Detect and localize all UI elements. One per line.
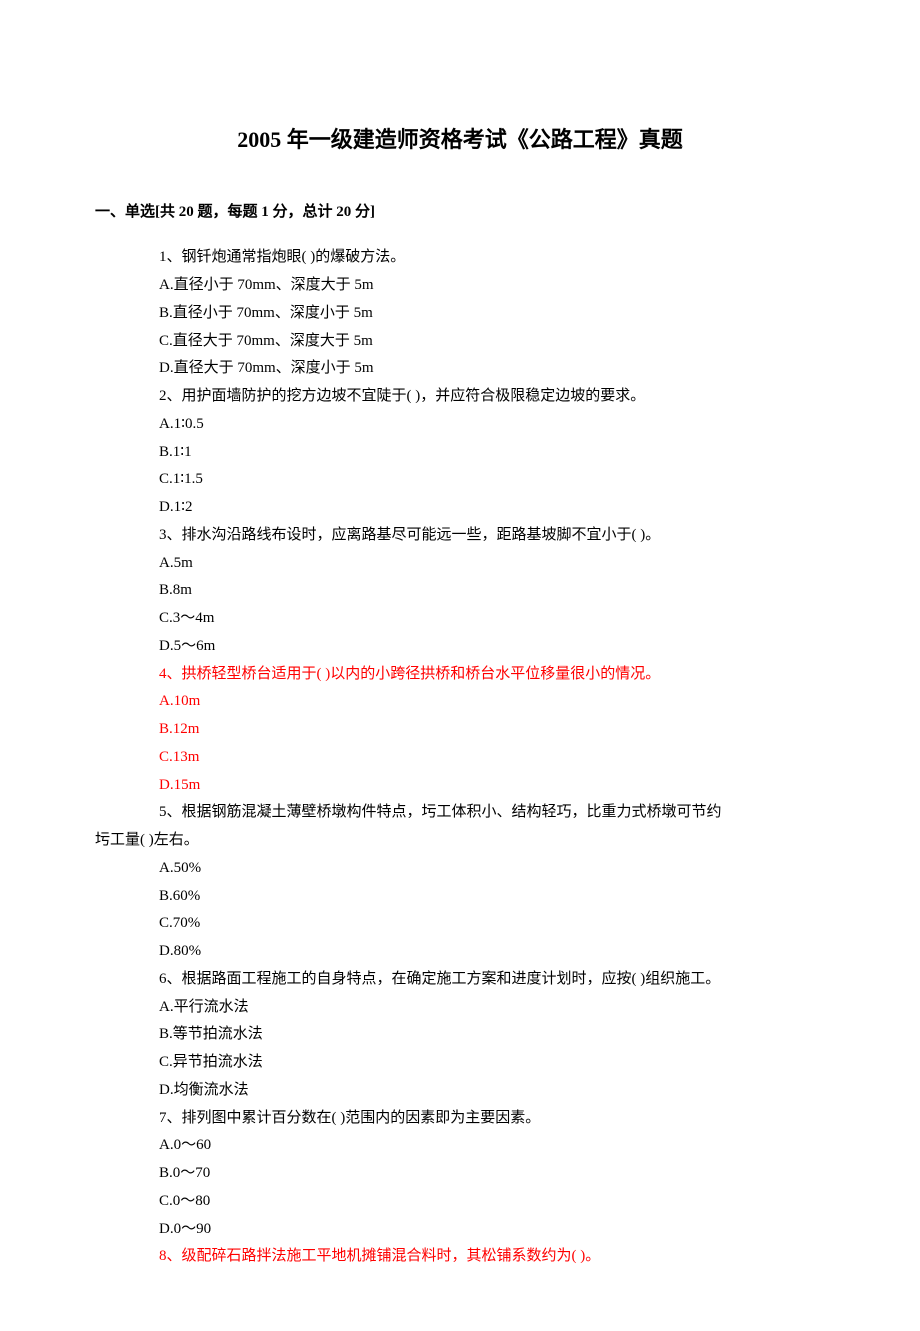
question-stem: 5、根据钢筋混凝土薄壁桥墩构件特点，圬工体积小、结构轻巧，比重力式桥墩可节约 bbox=[95, 799, 825, 827]
question-stem: 7、排列图中累计百分数在( )范围内的因素即为主要因素。 bbox=[95, 1105, 825, 1133]
option-b: B.8m bbox=[95, 577, 825, 605]
question-stem: 8、级配碎石路拌法施工平地机摊铺混合料时，其松铺系数约为( )。 bbox=[95, 1243, 825, 1271]
option-a: A.50% bbox=[95, 855, 825, 883]
question-stem: 6、根据路面工程施工的自身特点，在确定施工方案和进度计划时，应按( )组织施工。 bbox=[95, 966, 825, 994]
question-stem: 4、拱桥轻型桥台适用于( )以内的小跨径拱桥和桥台水平位移量很小的情况。 bbox=[95, 661, 825, 689]
question-3: 3、排水沟沿路线布设时，应离路基尽可能远一些，距路基坡脚不宜小于( )。 A.5… bbox=[95, 522, 825, 661]
question-stem: 2、用护面墙防护的挖方边坡不宜陡于( )，并应符合极限稳定边坡的要求。 bbox=[95, 383, 825, 411]
question-8: 8、级配碎石路拌法施工平地机摊铺混合料时，其松铺系数约为( )。 bbox=[95, 1243, 825, 1271]
option-a: A.5m bbox=[95, 550, 825, 578]
question-5: 5、根据钢筋混凝土薄壁桥墩构件特点，圬工体积小、结构轻巧，比重力式桥墩可节约 圬… bbox=[95, 799, 825, 966]
question-4: 4、拱桥轻型桥台适用于( )以内的小跨径拱桥和桥台水平位移量很小的情况。 A.1… bbox=[95, 661, 825, 800]
option-b: B.等节拍流水法 bbox=[95, 1021, 825, 1049]
option-b: B.直径小于 70mm、深度小于 5m bbox=[95, 300, 825, 328]
question-6: 6、根据路面工程施工的自身特点，在确定施工方案和进度计划时，应按( )组织施工。… bbox=[95, 966, 825, 1105]
option-b: B.60% bbox=[95, 883, 825, 911]
option-a: A.直径小于 70mm、深度大于 5m bbox=[95, 272, 825, 300]
option-c: C.3～4m bbox=[95, 605, 825, 633]
question-stem: 1、钢钎炮通常指炮眼( )的爆破方法。 bbox=[95, 244, 825, 272]
option-a: A.10m bbox=[95, 688, 825, 716]
option-d: D.直径大于 70mm、深度小于 5m bbox=[95, 355, 825, 383]
option-c: C.0～80 bbox=[95, 1188, 825, 1216]
option-c: C.70% bbox=[95, 910, 825, 938]
document-page: 2005 年一级建造师资格考试《公路工程》真题 一、单选[共 20 题，每题 1… bbox=[0, 0, 920, 1331]
option-d: D.1∶2 bbox=[95, 494, 825, 522]
option-b: B.1∶1 bbox=[95, 439, 825, 467]
question-stem-cont: 圬工量( )左右。 bbox=[95, 827, 825, 855]
option-d: D.80% bbox=[95, 938, 825, 966]
option-c: C.1∶1.5 bbox=[95, 466, 825, 494]
option-a: A.平行流水法 bbox=[95, 994, 825, 1022]
option-c: C.13m bbox=[95, 744, 825, 772]
option-d: D.5～6m bbox=[95, 633, 825, 661]
section-header: 一、单选[共 20 题，每题 1 分，总计 20 分] bbox=[95, 199, 825, 227]
document-title: 2005 年一级建造师资格考试《公路工程》真题 bbox=[95, 120, 825, 161]
option-a: A.1∶0.5 bbox=[95, 411, 825, 439]
question-2: 2、用护面墙防护的挖方边坡不宜陡于( )，并应符合极限稳定边坡的要求。 A.1∶… bbox=[95, 383, 825, 522]
question-1: 1、钢钎炮通常指炮眼( )的爆破方法。 A.直径小于 70mm、深度大于 5m … bbox=[95, 244, 825, 383]
question-7: 7、排列图中累计百分数在( )范围内的因素即为主要因素。 A.0～60 B.0～… bbox=[95, 1105, 825, 1244]
option-b: B.0～70 bbox=[95, 1160, 825, 1188]
option-b: B.12m bbox=[95, 716, 825, 744]
option-a: A.0～60 bbox=[95, 1132, 825, 1160]
option-c: C.直径大于 70mm、深度大于 5m bbox=[95, 328, 825, 356]
option-c: C.异节拍流水法 bbox=[95, 1049, 825, 1077]
question-stem: 3、排水沟沿路线布设时，应离路基尽可能远一些，距路基坡脚不宜小于( )。 bbox=[95, 522, 825, 550]
option-d: D.均衡流水法 bbox=[95, 1077, 825, 1105]
option-d: D.0～90 bbox=[95, 1216, 825, 1244]
option-d: D.15m bbox=[95, 772, 825, 800]
